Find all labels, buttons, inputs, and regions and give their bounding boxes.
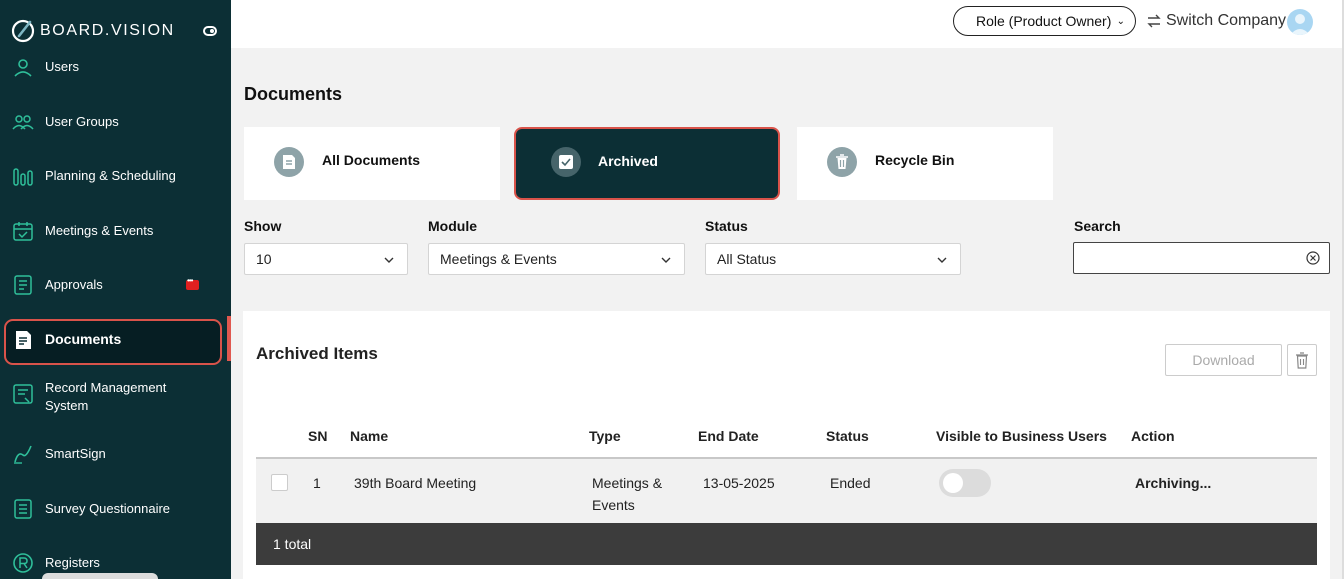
- signature-icon: [14, 445, 32, 464]
- table-footer: 1 total: [256, 523, 1317, 565]
- chevron-down-icon: ⌄: [1116, 16, 1125, 27]
- module-value: Meetings & Events: [440, 251, 557, 267]
- brand[interactable]: BOARD.VISION: [10, 18, 175, 44]
- sidebar-item-users[interactable]: Users: [0, 56, 231, 78]
- sidebar-item-label: SmartSign: [45, 446, 106, 461]
- planning-icon: [13, 168, 33, 186]
- role-label: Role (Product Owner): [976, 13, 1112, 29]
- document-icon: [274, 147, 304, 177]
- column-header-status: Status: [826, 428, 869, 444]
- column-header-type: Type: [589, 428, 621, 444]
- document-icon: [16, 331, 31, 349]
- search-label: Search: [1074, 218, 1121, 234]
- sidebar-item-label: Meetings & Events: [45, 223, 154, 238]
- chat-badge-icon: [186, 276, 199, 290]
- record-icon: [13, 384, 33, 404]
- column-header-visible: Visible to Business Users: [936, 428, 1107, 444]
- module-select[interactable]: Meetings & Events: [428, 243, 685, 275]
- status-value: All Status: [717, 251, 777, 267]
- total-count: 1 total: [273, 536, 312, 552]
- status-select[interactable]: All Status: [705, 243, 961, 275]
- row-checkbox[interactable]: [271, 474, 288, 491]
- column-header-sn: SN: [308, 428, 328, 444]
- trash-icon: [827, 147, 857, 177]
- status-label: Status: [705, 218, 748, 234]
- download-button[interactable]: Download: [1165, 344, 1282, 376]
- avatar[interactable]: [1287, 9, 1313, 35]
- sidebar-toggle-icon[interactable]: [203, 26, 217, 36]
- row-action: Archiving...: [1135, 475, 1212, 491]
- page-title: Documents: [244, 84, 343, 104]
- sidebar-item-label: Approvals: [45, 277, 103, 292]
- user-icon: [14, 59, 32, 77]
- row-end-date: 13-05-2025: [703, 475, 775, 491]
- row-type-line2: Events: [592, 497, 635, 513]
- switch-company-label: Switch Company: [1166, 12, 1287, 29]
- search-input[interactable]: [1073, 242, 1330, 274]
- row-status: Ended: [830, 475, 871, 491]
- sidebar-item-planning[interactable]: Planning & Scheduling: [0, 165, 231, 187]
- tab-recycle-bin[interactable]: Recycle Bin: [797, 127, 1053, 200]
- show-label: Show: [244, 218, 282, 234]
- sidebar-item-label: Planning & Scheduling: [45, 168, 176, 183]
- role-select[interactable]: Role (Product Owner) ⌄: [953, 6, 1136, 36]
- trash-icon: [1296, 351, 1308, 369]
- sidebar-scrollbar[interactable]: [42, 573, 158, 579]
- switch-company-button[interactable]: Switch Company: [1146, 10, 1286, 32]
- visible-toggle[interactable]: [939, 469, 991, 497]
- registered-icon: [13, 553, 33, 573]
- tab-archived[interactable]: Archived: [514, 127, 780, 200]
- delete-button[interactable]: [1287, 344, 1317, 376]
- chevron-down-icon: [384, 257, 394, 263]
- user-group-icon: [12, 115, 34, 130]
- brand-logo-icon: [11, 19, 35, 43]
- row-name: 39th Board Meeting: [354, 475, 477, 491]
- sidebar-item-smartsign[interactable]: SmartSign: [0, 443, 231, 465]
- row-type-line1: Meetings &: [592, 475, 663, 491]
- chevron-down-icon: [937, 257, 947, 263]
- sidebar-item-documents[interactable]: Documents: [0, 327, 231, 351]
- show-value: 10: [256, 251, 272, 267]
- sidebar-item-meetings[interactable]: Meetings & Events: [0, 220, 231, 242]
- approval-icon: [14, 275, 32, 295]
- sidebar-item-survey[interactable]: Survey Questionnaire: [0, 498, 231, 520]
- user-avatar-icon: [1290, 14, 1310, 35]
- sidebar-item-label: Documents: [45, 331, 122, 347]
- row-sn: 1: [313, 475, 321, 491]
- sidebar-item-label: Record Management System: [45, 380, 167, 413]
- brand-name: BOARD.VISION: [40, 22, 175, 39]
- sidebar-item-registers[interactable]: Registers: [0, 552, 231, 574]
- clear-icon[interactable]: [1306, 251, 1320, 265]
- sidebar-item-label: Users: [45, 59, 79, 74]
- swap-icon: [1147, 14, 1161, 28]
- column-header-action: Action: [1131, 428, 1175, 444]
- sidebar-item-label: Survey Questionnaire: [45, 501, 171, 516]
- module-label: Module: [428, 218, 477, 234]
- sidebar-item-record-management[interactable]: Record Management System: [0, 379, 231, 415]
- panel-title: Archived Items: [256, 344, 378, 363]
- column-header-name: Name: [350, 428, 389, 444]
- sidebar-item-approvals[interactable]: Approvals: [0, 274, 231, 296]
- tab-label: Archived: [598, 153, 658, 169]
- chevron-down-icon: [661, 257, 671, 263]
- sidebar-item-label: User Groups: [45, 114, 119, 129]
- tab-label: Recycle Bin: [875, 152, 955, 168]
- checkbox-icon: [551, 147, 581, 177]
- sidebar: BOARD.VISION Users User Groups Planning …: [0, 0, 231, 579]
- calendar-icon: [13, 222, 33, 241]
- show-select[interactable]: 10: [244, 243, 408, 275]
- tab-label: All Documents: [322, 152, 421, 168]
- sidebar-item-user-groups[interactable]: User Groups: [0, 111, 231, 133]
- sidebar-item-label: Registers: [45, 555, 100, 570]
- tab-all-documents[interactable]: All Documents: [244, 127, 500, 200]
- survey-icon: [14, 499, 32, 519]
- column-header-end-date: End Date: [698, 428, 759, 444]
